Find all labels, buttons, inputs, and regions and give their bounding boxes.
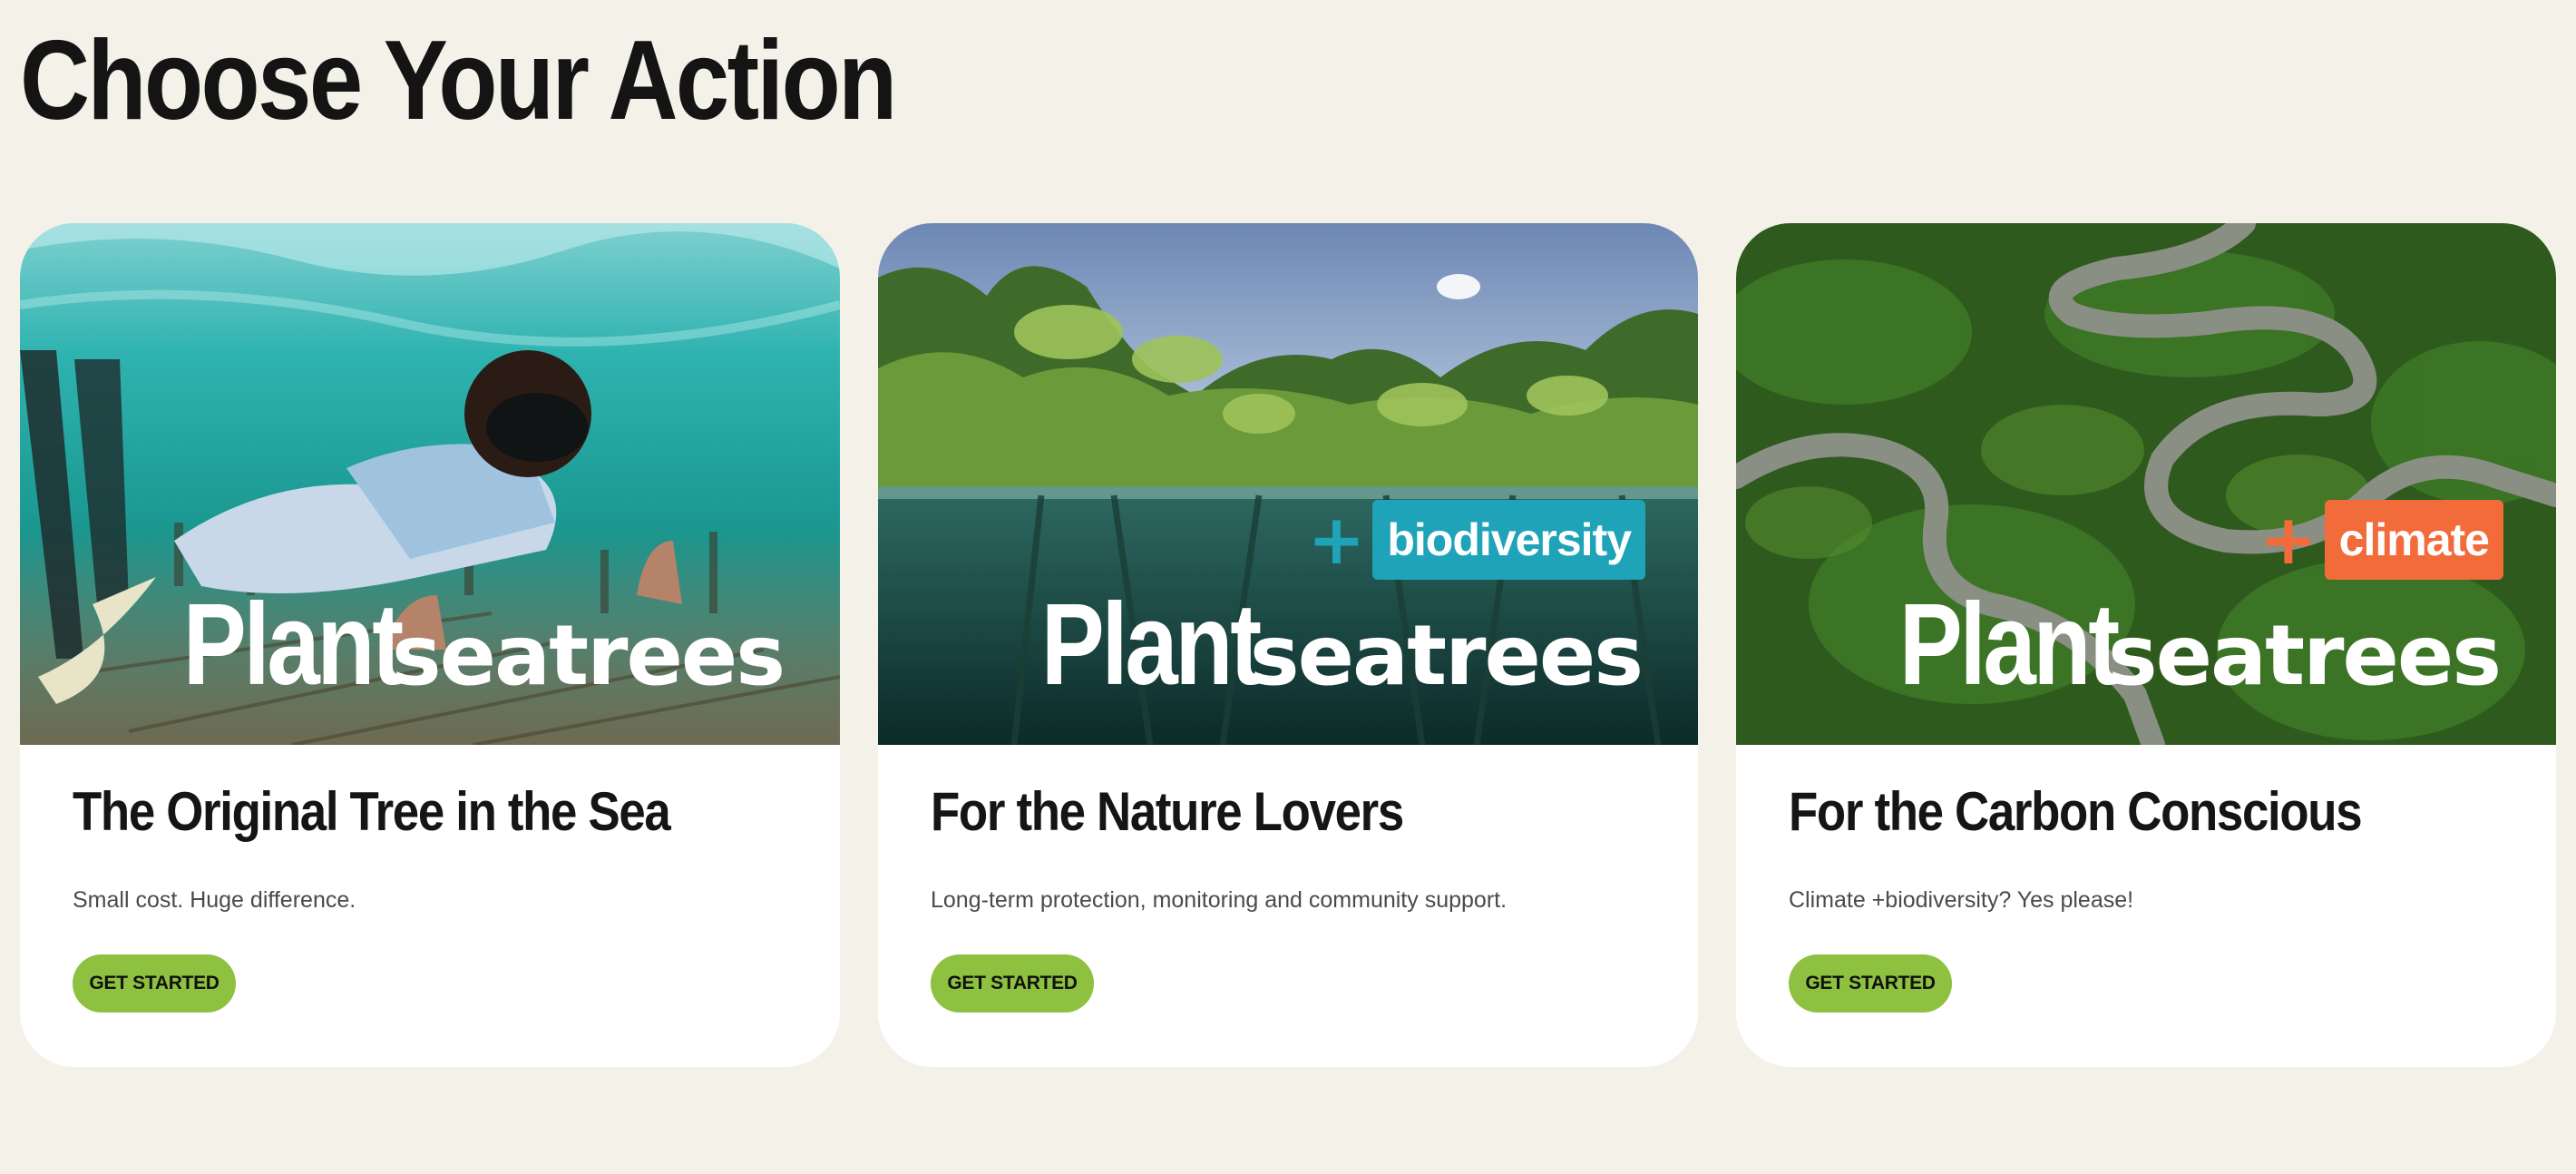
climate-tag: + climate	[2259, 500, 2503, 580]
action-card-biodiversity[interactable]: + biodiversity Plant seatrees For the Na…	[878, 223, 1698, 1067]
tag-label: climate	[2324, 500, 2503, 580]
card-wordmark: Plant seatrees	[135, 580, 785, 709]
tag-label: biodiversity	[1372, 500, 1645, 580]
card-subtitle: Climate +biodiversity? Yes please!	[1789, 887, 2134, 913]
card-title: For the Carbon Conscious	[1789, 781, 2363, 842]
wordmark-seatrees: seatrees	[1249, 607, 1644, 704]
card-image-river-forest: + climate Plant seatrees	[1736, 223, 2556, 745]
biodiversity-tag: + biodiversity	[1308, 500, 1645, 580]
action-card-seatrees[interactable]: Plant seatrees The Original Tree in the …	[20, 223, 840, 1067]
get-started-button[interactable]: GET STARTED	[73, 954, 236, 1013]
wordmark-plant: Plant	[182, 580, 404, 709]
action-cards: Plant seatrees The Original Tree in the …	[0, 0, 2576, 1174]
wordmark-plant: Plant	[1040, 580, 1262, 709]
card-title: For the Nature Lovers	[931, 781, 1404, 842]
card-image-snorkeler: Plant seatrees	[20, 223, 840, 745]
card-subtitle: Long-term protection, monitoring and com…	[931, 887, 1508, 913]
card-wordmark: Plant seatrees	[1851, 580, 2502, 709]
card-image-mangroves: + biodiversity Plant seatrees	[878, 223, 1698, 745]
wordmark-plant: Plant	[1898, 580, 2120, 709]
plus-icon: +	[1307, 499, 1366, 580]
card-wordmark: Plant seatrees	[993, 580, 1644, 709]
plus-icon: +	[2259, 499, 2317, 580]
action-card-climate[interactable]: + climate Plant seatrees For the Carbon …	[1736, 223, 2556, 1067]
card-subtitle: Small cost. Huge difference.	[73, 887, 356, 913]
wordmark-seatrees: seatrees	[391, 607, 785, 704]
get-started-button[interactable]: GET STARTED	[931, 954, 1094, 1013]
wordmark-seatrees: seatrees	[2107, 607, 2502, 704]
get-started-button[interactable]: GET STARTED	[1789, 954, 1952, 1013]
card-title: The Original Tree in the Sea	[73, 781, 671, 842]
